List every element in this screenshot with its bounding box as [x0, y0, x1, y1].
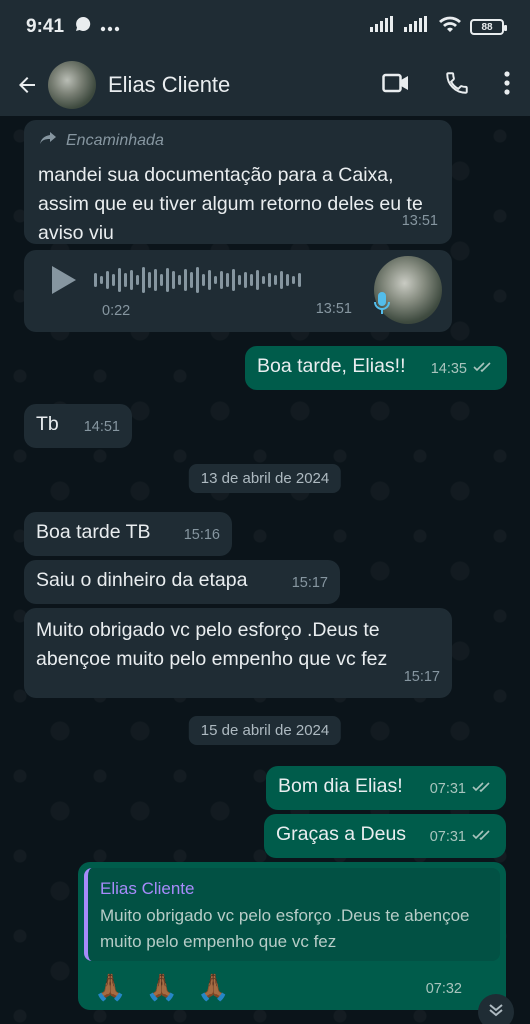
voice-duration: 0:22 — [102, 303, 131, 319]
signal-icon — [370, 16, 396, 38]
contact-name[interactable]: Elias Cliente — [108, 72, 230, 98]
playback-handle[interactable] — [94, 273, 97, 287]
message-time: 07:32 — [425, 981, 462, 997]
back-arrow-icon[interactable] — [12, 70, 42, 100]
quoted-message[interactable]: Elias Cliente Muito obrigado vc pelo esf… — [84, 868, 500, 961]
message-time: 13:51 — [315, 301, 352, 317]
double-chevron-down-icon — [487, 1001, 505, 1024]
message-outgoing[interactable]: Graças a Deus 07:31 — [264, 814, 506, 858]
more-options-icon[interactable] — [504, 70, 510, 100]
message-text: Tb — [36, 413, 59, 435]
forward-icon — [38, 126, 58, 155]
battery-icon: 88 — [470, 19, 507, 35]
read-ticks-icon — [472, 775, 494, 804]
video-call-icon[interactable] — [382, 72, 410, 99]
message-text: Graças a Deus — [276, 823, 407, 845]
message-time: 15:17 — [291, 575, 328, 591]
message-incoming[interactable]: Encaminhada mandei sua documentação para… — [24, 120, 452, 244]
status-time: 9:41 — [26, 16, 65, 37]
message-text: Muito obrigado vc pelo esforço .Deus te … — [36, 619, 388, 670]
message-text: Saiu o dinheiro da etapa — [36, 569, 248, 591]
date-separator: 15 de abril de 2024 — [188, 716, 342, 745]
chat-notification-icon — [74, 15, 92, 39]
status-bar: 9:41 88 — [0, 0, 530, 54]
message-text: Boa tarde TB — [36, 521, 151, 543]
message-text: mandei sua documentação para a Caixa, as… — [38, 164, 423, 244]
voice-waveform[interactable] — [94, 265, 301, 295]
message-outgoing[interactable]: Boa tarde, Elias!! 14:35 — [245, 346, 507, 390]
message-time: 07:31 — [429, 781, 466, 797]
message-incoming[interactable]: Tb 14:51 — [24, 404, 132, 448]
read-ticks-icon — [473, 355, 495, 384]
forwarded-label: Encaminhada — [66, 132, 164, 149]
message-incoming[interactable]: Muito obrigado vc pelo esforço .Deus te … — [24, 608, 452, 698]
chat-area[interactable]: Encaminhada mandei sua documentação para… — [0, 116, 530, 1024]
voice-message[interactable]: 0:22 13:51 — [24, 250, 452, 332]
message-incoming[interactable]: Saiu o dinheiro da etapa 15:17 — [24, 560, 340, 604]
quoted-sender: Elias Cliente — [100, 879, 195, 898]
more-notifications-icon — [100, 16, 120, 38]
message-text: Bom dia Elias! — [278, 775, 403, 797]
message-time: 15:16 — [183, 527, 220, 543]
message-outgoing[interactable]: Bom dia Elias! 07:31 — [266, 766, 506, 810]
date-separator: 13 de abril de 2024 — [188, 464, 342, 493]
voice-call-icon[interactable] — [444, 70, 470, 101]
scroll-down-button[interactable] — [478, 994, 514, 1024]
avatar[interactable] — [48, 61, 96, 109]
play-icon[interactable] — [52, 266, 76, 294]
message-time: 15:17 — [403, 669, 440, 685]
message-time: 14:51 — [83, 419, 120, 435]
wifi-icon — [438, 15, 462, 39]
chat-header: Elias Cliente — [0, 54, 530, 116]
message-text: Boa tarde, Elias!! — [257, 355, 406, 377]
read-ticks-icon — [472, 823, 494, 852]
microphone-icon — [374, 291, 390, 324]
message-time: 07:31 — [429, 829, 466, 845]
message-outgoing-reply[interactable]: Elias Cliente Muito obrigado vc pelo esf… — [78, 862, 506, 1010]
message-time: 13:51 — [401, 213, 438, 229]
message-time: 14:35 — [430, 361, 467, 377]
signal-2-icon — [404, 16, 430, 38]
message-incoming[interactable]: Boa tarde TB 15:16 — [24, 512, 232, 556]
quoted-text: Muito obrigado vc pelo esforço .Deus te … — [100, 906, 470, 951]
